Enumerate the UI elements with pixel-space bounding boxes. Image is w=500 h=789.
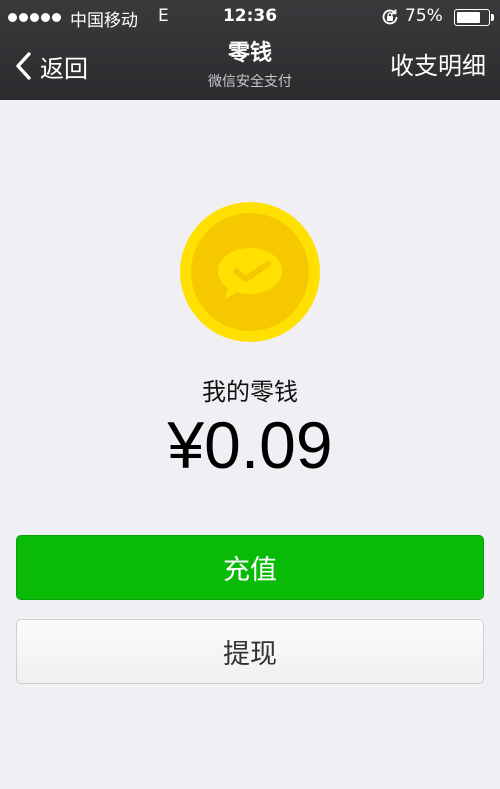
- transaction-details-button[interactable]: 收支明细: [390, 48, 486, 84]
- page-title: 零钱: [227, 41, 272, 66]
- status-time: 12:36: [222, 6, 278, 26]
- battery-icon: [454, 9, 490, 26]
- battery-level-fill: [457, 12, 480, 23]
- top-up-label: 充值: [223, 555, 277, 586]
- top-bar: 中国移动 E 12:36 75% 返回 零钱 微信安全支付 收支明细: [0, 0, 500, 100]
- screen: 中国移动 E 12:36 75% 返回 零钱 微信安全支付 收支明细 我的零钱 …: [0, 0, 500, 789]
- battery-percentage: 75%: [405, 6, 443, 26]
- withdraw-label: 提现: [223, 639, 277, 670]
- withdraw-button[interactable]: 提现: [16, 619, 484, 684]
- back-button[interactable]: 返回: [14, 48, 88, 84]
- battery-tip: [491, 14, 494, 21]
- top-up-button[interactable]: 充值: [16, 535, 484, 600]
- coin-icon: [180, 202, 320, 342]
- status-bar: 中国移动 E 12:36 75%: [0, 0, 500, 36]
- signal-strength-icon: [8, 13, 61, 22]
- page-subtitle: 微信安全支付: [208, 74, 292, 90]
- network-type: E: [158, 6, 169, 26]
- balance-amount: ¥0.09: [167, 408, 333, 482]
- wechat-pay-logo-icon: [218, 248, 282, 299]
- chevron-left-icon: [16, 52, 31, 80]
- rotation-lock-icon: [382, 9, 398, 25]
- carrier-name: 中国移动: [70, 11, 138, 31]
- wallet-label: 我的零钱: [202, 378, 298, 406]
- nav-title-group: 零钱 微信安全支付: [150, 40, 350, 92]
- back-label: 返回: [40, 54, 88, 83]
